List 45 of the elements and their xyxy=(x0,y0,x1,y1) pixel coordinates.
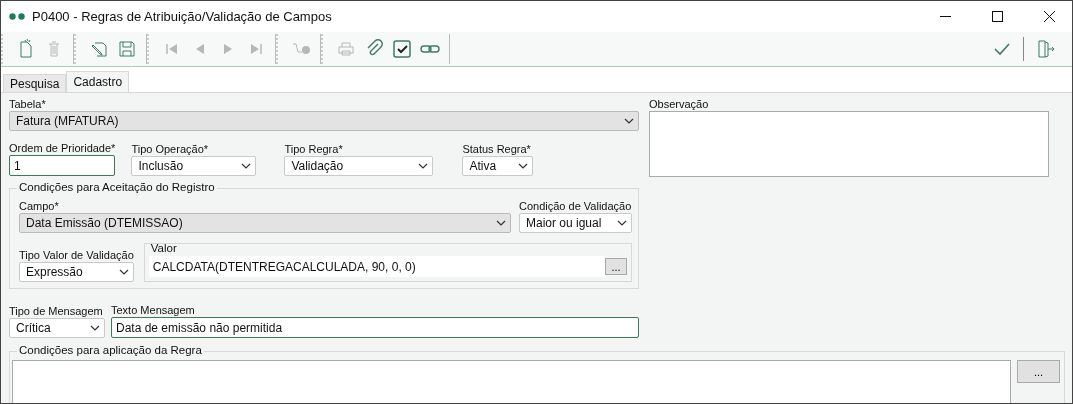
window-title: P0400 - Regras de Atribuição/Validação de Campos xyxy=(32,9,333,24)
field-label: Tipo Valor de Validação xyxy=(19,248,134,262)
field-label: Tabela* xyxy=(9,97,47,111)
browse-button[interactable]: ... xyxy=(605,258,627,275)
message-type-select[interactable]: Crítica xyxy=(9,318,105,338)
dropdown-select[interactable]: Inclusão xyxy=(131,156,257,176)
field-label: Ordem de Prioridade* xyxy=(9,141,116,155)
chevron-down-icon xyxy=(118,269,129,275)
chevron-down-icon xyxy=(496,220,506,226)
table-select[interactable]: Fatura (MFATURA) xyxy=(9,111,639,131)
field-label: Condição de Validação xyxy=(519,199,632,213)
field-label: Texto Mensagem xyxy=(111,303,196,317)
expression-field[interactable]: CALCDATA(DTENTREGACALCULADA, 90, 0, 0) xyxy=(148,256,605,277)
value-type-select[interactable]: Expressão xyxy=(19,262,134,282)
field-label: Campo* xyxy=(19,199,60,213)
group-title: Condições para Aceitação do Registro xyxy=(17,181,217,193)
tab[interactable]: Cadastro xyxy=(66,71,130,92)
field-label: Observação xyxy=(649,97,710,111)
dropdown-select[interactable]: Validação xyxy=(284,156,434,176)
chevron-down-icon xyxy=(617,220,627,226)
browse-button[interactable]: ... xyxy=(1017,360,1060,383)
dropdown-select[interactable]: Ativa xyxy=(462,156,534,176)
chevron-down-icon xyxy=(241,163,252,169)
app-logo-icon xyxy=(9,13,26,20)
conditions-field[interactable] xyxy=(12,360,1011,403)
chevron-down-icon xyxy=(624,118,634,124)
message-field[interactable]: Data de emissão não permitida xyxy=(111,317,639,338)
chevron-down-icon xyxy=(90,325,100,331)
input-field[interactable]: 1 xyxy=(9,155,116,176)
checkbox-icon xyxy=(391,38,413,60)
chevron-down-icon xyxy=(518,163,529,169)
field-select[interactable]: Data Emissão (DTEMISSAO) xyxy=(19,213,511,233)
maximize-icon xyxy=(991,11,1003,22)
minimize-icon xyxy=(939,16,951,17)
tab[interactable]: Pesquisa xyxy=(3,74,67,92)
chevron-down-icon xyxy=(418,163,429,169)
field-label: Tipo de Mensagem xyxy=(9,304,104,318)
condition-select[interactable]: Maior ou igual xyxy=(519,213,632,233)
group-title: Condições para aplicação da Regra xyxy=(17,344,204,356)
close-icon xyxy=(1043,11,1055,22)
notes-field[interactable] xyxy=(649,111,1049,177)
field-label: Tipo Operação* xyxy=(131,142,210,156)
field-label: Valor xyxy=(149,242,178,254)
field-label: Status Regra* xyxy=(462,142,532,156)
field-label: Tipo Regra* xyxy=(284,142,344,156)
